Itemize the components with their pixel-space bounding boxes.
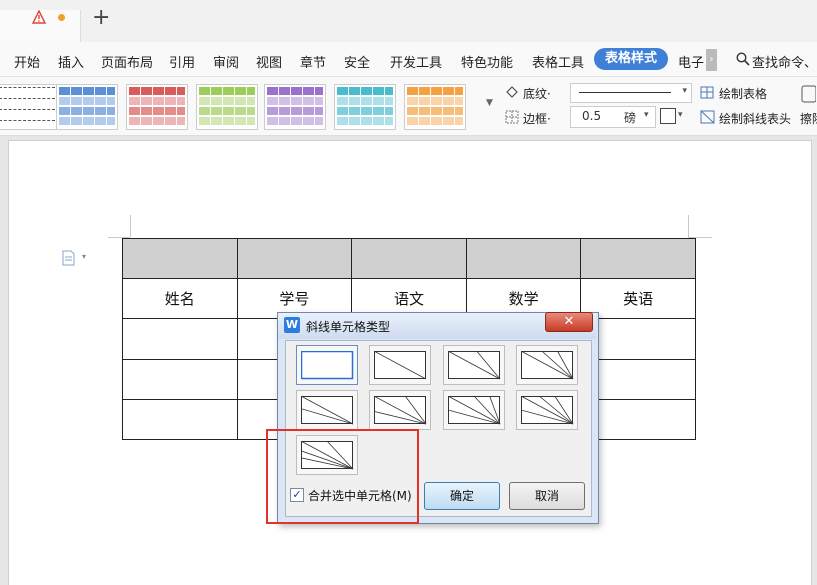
table-cell[interactable]: 姓名 bbox=[122, 278, 238, 320]
cancel-button[interactable]: 取消 bbox=[509, 482, 585, 510]
gallery-more-icon[interactable]: ▼ bbox=[486, 98, 493, 108]
menu-item-spreadsheet[interactable]: 电子 bbox=[678, 52, 704, 71]
menu-item-chapter[interactable]: 章节 bbox=[300, 52, 326, 71]
warning-icon bbox=[32, 10, 46, 24]
diagonal-type-preview-icon bbox=[301, 396, 354, 425]
draw-table-button[interactable]: 绘制表格 bbox=[719, 85, 767, 102]
table-style-thumbnail[interactable] bbox=[196, 84, 258, 130]
eraser-button[interactable]: 擦除 bbox=[800, 110, 817, 127]
table-row bbox=[122, 237, 696, 280]
menu-item-view[interactable]: 视图 bbox=[256, 52, 282, 71]
diagonal-type-option[interactable] bbox=[369, 390, 431, 430]
diagonal-type-option[interactable] bbox=[443, 345, 505, 385]
line-weight-unit: 磅 bbox=[624, 111, 637, 125]
line-style-select[interactable]: ▾ bbox=[570, 83, 692, 103]
search-commands-input[interactable]: 查找命令、 bbox=[752, 52, 817, 71]
table-style-thumbnail[interactable] bbox=[0, 84, 58, 130]
menu-item-page-layout[interactable]: 页面布局 bbox=[101, 52, 153, 71]
diagonal-type-option[interactable] bbox=[516, 390, 578, 430]
dialog-title: 斜线单元格类型 bbox=[306, 320, 391, 334]
crop-mark bbox=[688, 215, 689, 237]
diagonal-type-option[interactable] bbox=[516, 345, 578, 385]
diagonal-type-preview-icon bbox=[448, 351, 501, 380]
menu-bar: 开始 插入 页面布局 引用 审阅 视图 章节 安全 开发工具 特色功能 表格工具… bbox=[0, 42, 817, 77]
menu-item-table-style[interactable]: 表格样式 bbox=[594, 48, 668, 70]
draw-diagonal-header-button[interactable]: 绘制斜线表头 bbox=[719, 110, 791, 127]
menu-scroll-button[interactable]: › bbox=[706, 49, 717, 71]
menu-item-review[interactable]: 审阅 bbox=[213, 52, 239, 71]
unsaved-dot-icon bbox=[58, 14, 65, 21]
eraser-icon bbox=[801, 85, 816, 103]
highlight-annotation bbox=[266, 429, 419, 524]
diagonal-type-preview-icon bbox=[374, 351, 427, 380]
menu-item-developer[interactable]: 开发工具 bbox=[390, 52, 442, 71]
table-style-thumbnail[interactable] bbox=[334, 84, 396, 130]
table-cell[interactable] bbox=[351, 237, 467, 280]
diagonal-type-preview-icon bbox=[374, 396, 427, 425]
menu-item-home[interactable]: 开始 bbox=[14, 52, 40, 71]
diagonal-type-preview-icon bbox=[521, 351, 574, 380]
diagonal-header-icon bbox=[700, 110, 715, 124]
ok-button[interactable]: 确定 bbox=[424, 482, 500, 510]
table-style-thumbnail[interactable] bbox=[56, 84, 118, 130]
new-tab-button[interactable]: + bbox=[92, 7, 110, 29]
chevron-down-icon[interactable]: ▾ bbox=[644, 110, 649, 120]
diagonal-type-option[interactable] bbox=[443, 390, 505, 430]
diagonal-type-option[interactable] bbox=[296, 390, 358, 430]
pen-color-button[interactable] bbox=[660, 108, 676, 124]
table-cell[interactable] bbox=[122, 318, 238, 360]
table-cell[interactable] bbox=[122, 358, 238, 400]
menu-item-security[interactable]: 安全 bbox=[344, 52, 370, 71]
menu-item-table-tools[interactable]: 表格工具 bbox=[532, 52, 584, 71]
table-style-thumbnail[interactable] bbox=[264, 84, 326, 130]
table-style-thumbnail[interactable] bbox=[404, 84, 466, 130]
diagonal-type-preview-icon bbox=[521, 396, 574, 425]
table-cell[interactable] bbox=[122, 237, 238, 280]
diagonal-type-option[interactable] bbox=[296, 345, 358, 385]
diagonal-type-preview-icon bbox=[301, 351, 354, 380]
shading-button[interactable]: 底纹· bbox=[523, 85, 551, 102]
tab-bar bbox=[0, 0, 817, 42]
chevron-down-icon[interactable]: ▾ bbox=[678, 110, 683, 120]
chevron-down-icon[interactable]: ▾ bbox=[82, 252, 86, 261]
menu-item-references[interactable]: 引用 bbox=[169, 52, 195, 71]
menu-item-insert[interactable]: 插入 bbox=[58, 52, 84, 71]
table-cell[interactable] bbox=[122, 398, 238, 441]
close-button[interactable]: ✕ bbox=[545, 312, 593, 332]
table-cell[interactable] bbox=[236, 237, 353, 280]
line-weight-value: 0.5 bbox=[582, 109, 602, 123]
table-cell[interactable] bbox=[465, 237, 582, 280]
table-style-thumbnail[interactable] bbox=[126, 84, 188, 130]
table-cell[interactable] bbox=[580, 237, 696, 280]
border-icon bbox=[505, 110, 519, 124]
crop-mark bbox=[130, 215, 131, 237]
draw-table-icon bbox=[700, 86, 714, 99]
menu-item-features[interactable]: 特色功能 bbox=[461, 52, 513, 71]
diagonal-type-option[interactable] bbox=[369, 345, 431, 385]
wps-writer-icon: W bbox=[284, 317, 300, 333]
paragraph-layout-icon[interactable] bbox=[62, 250, 76, 266]
diagonal-type-preview-icon bbox=[448, 396, 501, 425]
search-icon[interactable] bbox=[736, 52, 750, 66]
shading-icon bbox=[506, 86, 518, 98]
border-button[interactable]: 边框· bbox=[523, 110, 551, 127]
